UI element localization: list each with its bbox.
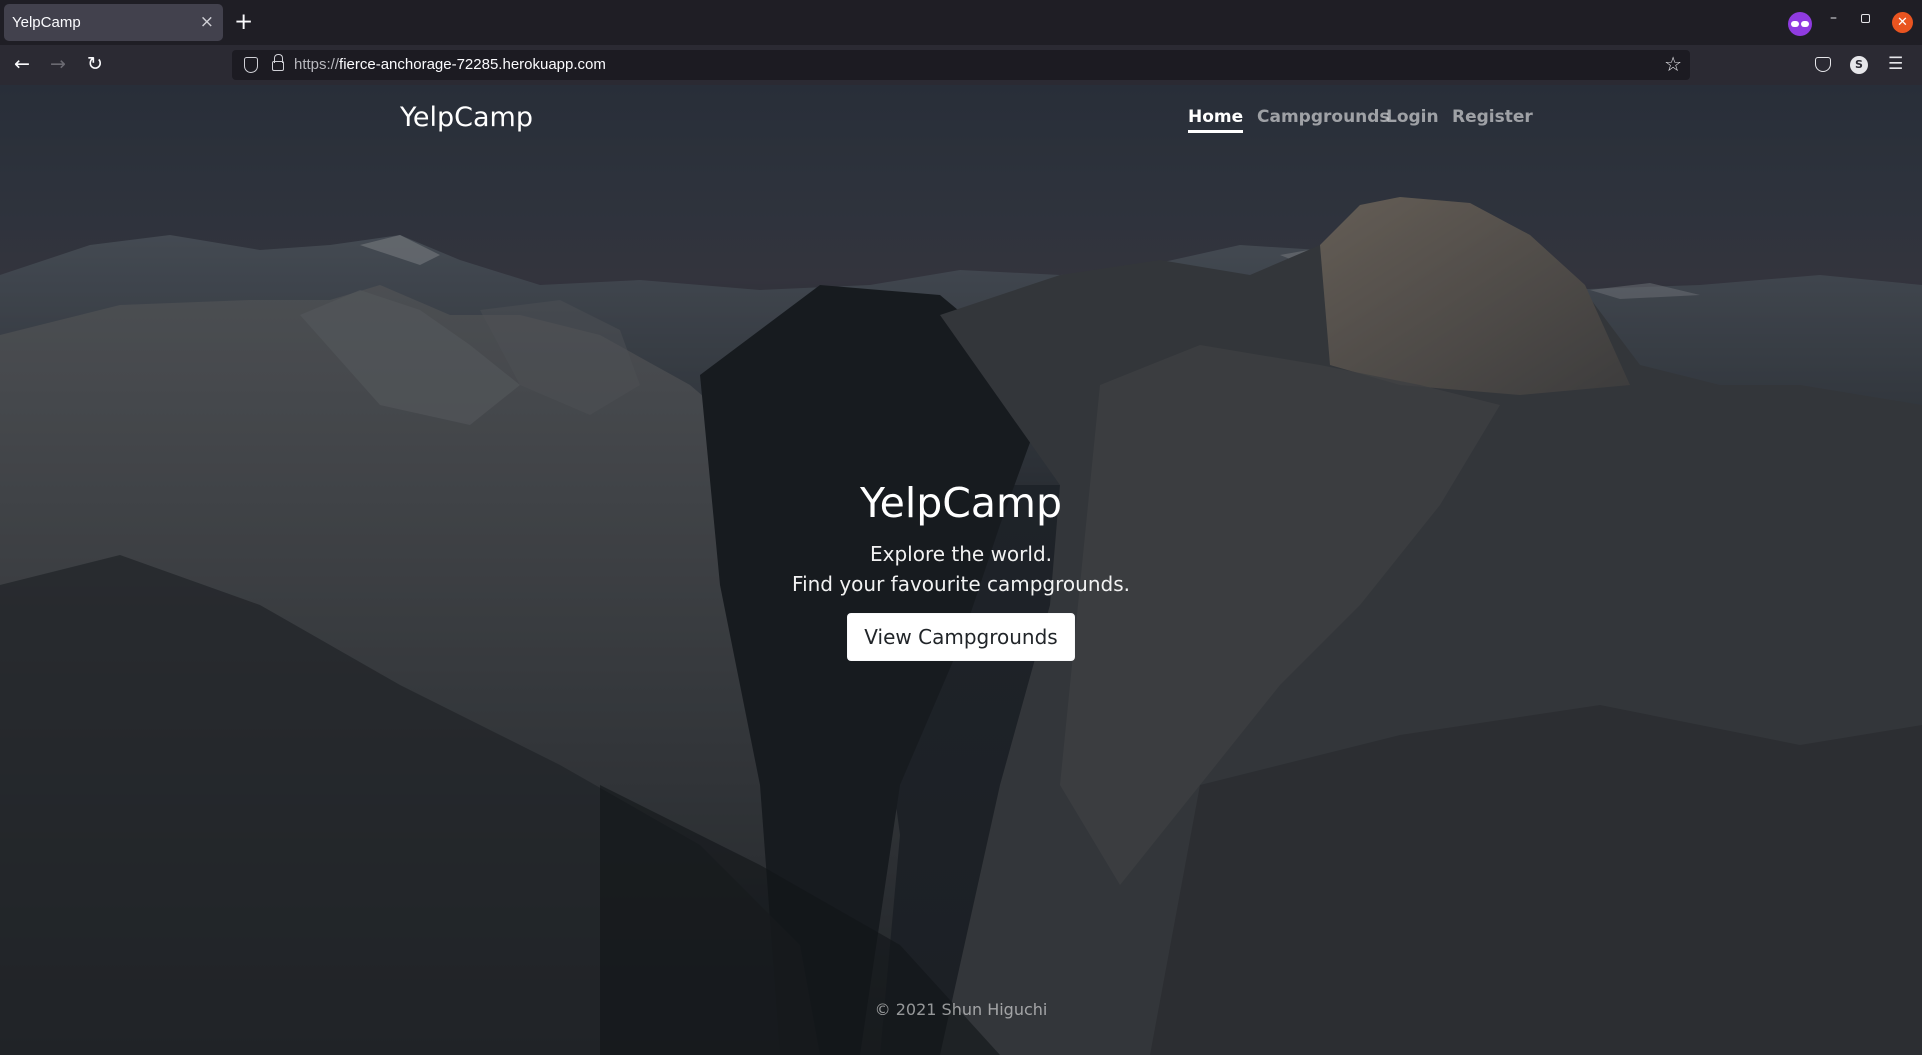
tab-title: YelpCamp (12, 14, 81, 31)
url-scheme: https:// (294, 56, 340, 73)
url-text[interactable]: https://fierce-anchorage-72285.herokuapp… (294, 56, 606, 73)
nav-link-register[interactable]: Register (1452, 107, 1533, 127)
site-header: YelpCamp Home Campgrounds Login Register (0, 85, 1922, 155)
new-tab-button[interactable]: + (234, 10, 253, 34)
close-window-icon[interactable]: ✕ (1892, 12, 1913, 33)
hero-tagline-2: Find your favourite campgrounds. (792, 572, 1130, 596)
nav-link-home[interactable]: Home (1188, 107, 1244, 133)
page-viewport: YelpCamp Home Campgrounds Login Register… (0, 85, 1922, 1055)
browser-tab-bar: YelpCamp × + – ✕ (0, 0, 1922, 45)
view-campgrounds-button[interactable]: View Campgrounds (847, 613, 1075, 661)
bookmark-star-icon[interactable]: ☆ (1664, 53, 1682, 75)
hero-section: YelpCamp Explore the world. Find your fa… (0, 477, 1922, 661)
nav-link-login[interactable]: Login (1386, 107, 1439, 127)
reload-icon[interactable]: ↻ (87, 53, 103, 75)
browser-tab[interactable]: YelpCamp × (4, 4, 223, 41)
tab-close-icon[interactable]: × (200, 12, 214, 32)
minimize-window-icon[interactable]: – (1830, 10, 1837, 26)
url-host: fierce-anchorage-72285.herokuapp.com (339, 56, 606, 73)
lock-icon[interactable] (272, 54, 284, 71)
hamburger-menu-icon[interactable]: ☰ (1888, 54, 1903, 74)
maximize-window-icon[interactable] (1861, 14, 1870, 23)
site-brand[interactable]: YelpCamp (400, 102, 533, 133)
shield-icon[interactable] (244, 57, 258, 73)
browser-toolbar: ← → ↻ https://fierce-anchorage-72285.her… (0, 45, 1922, 85)
site-footer: © 2021 Shun Higuchi (874, 1000, 1048, 1019)
url-bar[interactable]: https://fierce-anchorage-72285.herokuapp… (232, 50, 1690, 80)
pocket-icon[interactable] (1815, 57, 1831, 72)
forward-icon[interactable]: → (50, 53, 66, 75)
hero-title: YelpCamp (860, 479, 1062, 527)
nav-link-campgrounds[interactable]: Campgrounds (1257, 107, 1390, 127)
account-icon[interactable]: S (1850, 56, 1868, 74)
hero-tagline-1: Explore the world. (869, 542, 1052, 566)
back-icon[interactable]: ← (14, 53, 30, 75)
private-browsing-icon (1788, 12, 1812, 36)
